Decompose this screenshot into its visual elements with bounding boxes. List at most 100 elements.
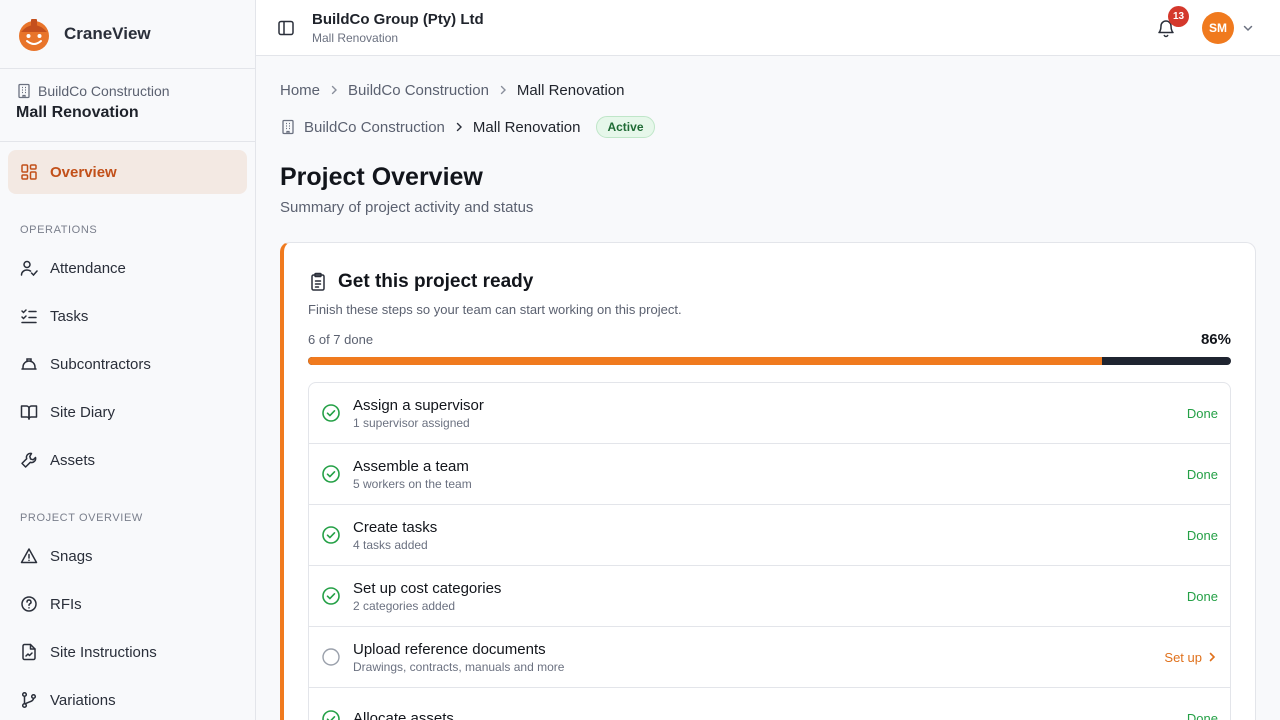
step-create-tasks[interactable]: Create tasks 4 tasks added Done (309, 505, 1230, 566)
step-title: Allocate assets (353, 710, 454, 720)
section-label-operations: OPERATIONS (20, 224, 98, 236)
step-status: Done (1186, 466, 1218, 482)
sidebar-item-label: Tasks (50, 307, 89, 325)
building-icon (282, 119, 294, 135)
clipboard-list-icon (311, 272, 325, 291)
step-title: Assign a supervisor (353, 396, 484, 414)
file-signature-icon (22, 643, 36, 661)
sidebar-item-assets[interactable]: Assets (8, 438, 247, 482)
step-subtitle: Drawings, contracts, manuals and more (353, 659, 565, 674)
sidebar-item-label: Snags (50, 547, 93, 565)
chevron-right-icon (500, 85, 506, 95)
step-upload-documents[interactable]: Upload reference documents Drawings, con… (309, 627, 1230, 688)
sidebar-item-label: Attendance (50, 259, 126, 277)
step-status: Done (1186, 711, 1218, 720)
sidebar-project-name: Mall Renovation (16, 104, 139, 121)
list-checks-icon (21, 309, 37, 324)
breadcrumb-home[interactable]: Home (280, 82, 320, 99)
chevron-right-icon (456, 122, 462, 132)
step-subtitle: 2 categories added (353, 598, 456, 613)
sidebar-item-label: Site Diary (50, 403, 116, 421)
set-up-label: Set up (1164, 649, 1202, 665)
check-circle-icon (322, 587, 340, 605)
sidebar-item-tasks[interactable]: Tasks (8, 294, 247, 338)
help-circle-icon (21, 596, 37, 612)
progress-label: 6 of 7 done (308, 332, 374, 347)
step-subtitle: 1 supervisor assigned (353, 415, 470, 430)
step-subtitle: 5 workers on the team (353, 476, 472, 491)
brand[interactable]: CraneView (0, 0, 255, 69)
sidebar-item-site-diary[interactable]: Site Diary (8, 390, 247, 434)
breadcrumb-current: Mall Renovation (516, 81, 625, 99)
project-crumb-org[interactable]: BuildCo Construction (304, 119, 445, 136)
step-subtitle: 4 tasks added (353, 537, 428, 552)
check-circle-icon (322, 526, 340, 544)
layout-dashboard-icon (21, 164, 37, 180)
building-icon (18, 83, 30, 99)
empty-circle-icon (322, 648, 340, 666)
check-circle-icon (322, 465, 340, 483)
breadcrumb: Home BuildCo Construction Mall Renovatio… (280, 80, 624, 100)
hard-hat-icon (21, 358, 37, 370)
chevron-down-icon[interactable] (1242, 22, 1254, 34)
page-title: Project Overview (280, 163, 483, 191)
crane-view-logo-icon (19, 19, 49, 51)
sidebar-org-name: BuildCo Construction (38, 83, 170, 99)
progress-bar (308, 357, 1231, 365)
sidebar-item-label: Site Instructions (50, 643, 157, 661)
project-selector[interactable]: BuildCo Construction Mall Renovation (0, 69, 255, 142)
alert-triangle-icon (20, 548, 38, 564)
sidebar-item-site-instructions[interactable]: Site Instructions (8, 630, 247, 674)
step-title: Create tasks (353, 518, 438, 536)
git-branch-icon (21, 691, 37, 709)
chevron-right-icon (331, 85, 338, 95)
org-title[interactable]: BuildCo Group (Pty) Ltd (312, 11, 484, 28)
sidebar-item-label: RFIs (50, 595, 82, 613)
step-title: Upload reference documents (353, 640, 546, 658)
sidebar-item-attendance[interactable]: Attendance (8, 246, 247, 290)
steps-list: Assign a supervisor 1 supervisor assigne… (308, 382, 1231, 720)
chevron-right-icon (1209, 652, 1216, 662)
progress-bar-fill (308, 357, 1102, 365)
section-label-project-overview: PROJECT OVERVIEW (20, 512, 143, 524)
step-status: Done (1186, 405, 1218, 421)
sidebar-item-snags[interactable]: Snags (8, 534, 247, 578)
sidebar-item-subcontractors[interactable]: Subcontractors (8, 342, 247, 386)
sidebar-item-variations[interactable]: Variations (8, 678, 247, 720)
sidebar-item-rfis[interactable]: RFIs (8, 582, 247, 626)
page-subtitle: Summary of project activity and status (280, 199, 534, 216)
project-crumb: BuildCo Construction Mall Renovation Act… (280, 116, 655, 138)
sidebar-item-label: Overview (50, 163, 117, 181)
wrench-icon (21, 452, 37, 468)
notification-badge: 13 (1168, 6, 1189, 27)
sidebar: CraneView BuildCo Construction Mall Reno… (0, 0, 256, 720)
sidebar-item-label: Subcontractors (50, 355, 151, 373)
panel-left-icon[interactable] (276, 18, 296, 38)
app-name: CraneView (64, 24, 151, 43)
step-allocate-assets[interactable]: Allocate assets Done (309, 688, 1230, 720)
book-icon (20, 405, 38, 420)
card-title: Get this project ready (338, 271, 534, 292)
step-assign-supervisor[interactable]: Assign a supervisor 1 supervisor assigne… (309, 383, 1230, 444)
project-crumb-name: Mall Renovation (472, 118, 581, 136)
step-assemble-team[interactable]: Assemble a team 5 workers on the team Do… (309, 444, 1230, 505)
org-subtitle: Mall Renovation (312, 31, 399, 45)
setup-checklist-card: Get this project ready Finish these step… (280, 242, 1256, 720)
sidebar-item-overview[interactable]: Overview (8, 150, 247, 194)
sidebar-item-label: Variations (50, 691, 116, 709)
set-up-button[interactable]: Set up (1164, 650, 1218, 665)
user-check-icon (20, 260, 38, 277)
step-title: Assemble a team (353, 457, 469, 475)
step-title: Set up cost categories (353, 579, 502, 597)
progress-percent: 86% (1200, 331, 1231, 348)
topbar: BuildCo Group (Pty) Ltd Mall Renovation … (256, 0, 1280, 56)
card-description: Finish these steps so your team can star… (308, 302, 682, 317)
status-badge: Active (596, 116, 655, 138)
step-status: Done (1186, 588, 1218, 604)
check-circle-icon (322, 709, 340, 720)
avatar[interactable]: SM (1202, 12, 1234, 44)
check-circle-icon (322, 404, 340, 422)
breadcrumb-org[interactable]: BuildCo Construction (348, 82, 489, 99)
step-cost-categories[interactable]: Set up cost categories 2 categories adde… (309, 566, 1230, 627)
step-status: Done (1186, 527, 1218, 543)
